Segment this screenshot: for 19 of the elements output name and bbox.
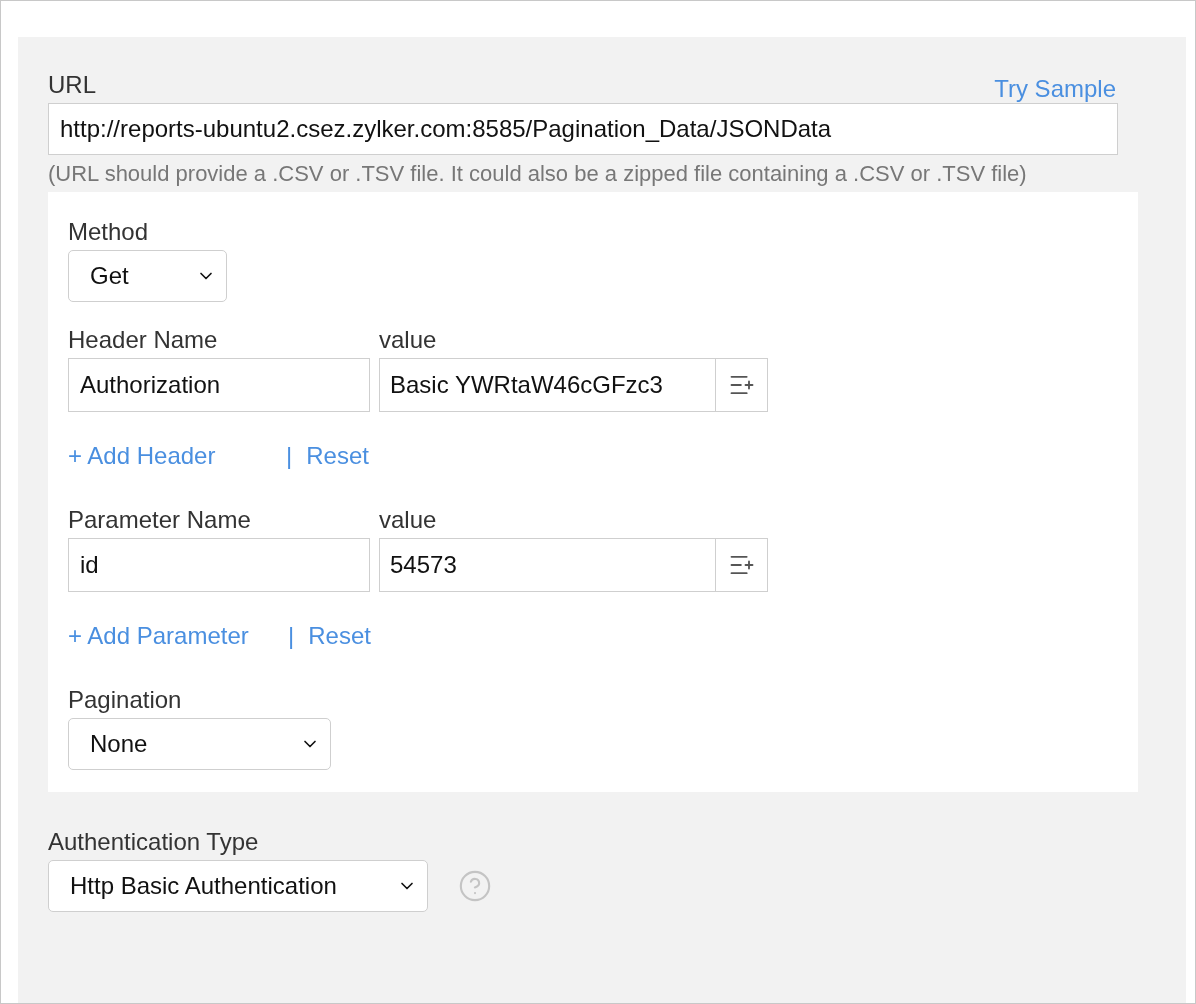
- value-field[interactable]: Basic YWRtaW46cGFzc3: [379, 358, 768, 412]
- value-field[interactable]: 54573: [379, 538, 768, 592]
- name-field[interactable]: id: [68, 538, 370, 592]
- url-field[interactable]: http://reports-ubuntu2.csez.zylker.com:8585/Pagination_Data/JSONData: [48, 103, 1118, 155]
- url-hint: (URL should provide a .CSV or .TSV file. It could also be a zipped file containing a .CSV or .TSV file): [48, 160, 1028, 188]
- name-label: Header Name: [68, 326, 219, 354]
- authentication-dropdown[interactable]: Http Basic Authentication: [48, 860, 428, 912]
- name-label: Parameter Name: [68, 506, 252, 534]
- authentication-label: Authentication Type: [48, 828, 260, 856]
- separator: |: [286, 442, 293, 470]
- pagination-dropdown[interactable]: None: [68, 718, 331, 770]
- pagination-label: Pagination: [68, 686, 183, 714]
- method-dropdown[interactable]: Get: [68, 250, 227, 302]
- value-label: value: [379, 326, 438, 354]
- method-label: Method: [68, 218, 150, 246]
- separator: |: [288, 622, 295, 650]
- value-label: value: [379, 506, 438, 534]
- url-label: URL: [48, 71, 96, 99]
- name-field[interactable]: Authorization: [68, 358, 370, 412]
